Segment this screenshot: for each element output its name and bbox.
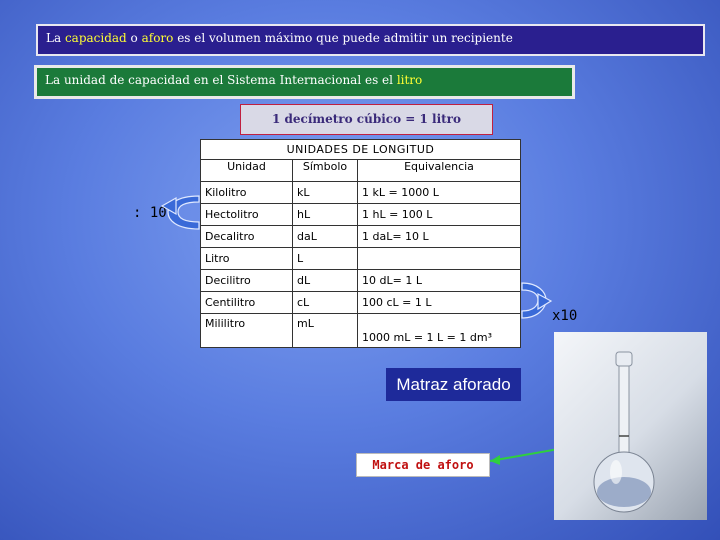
volumetric-flask-photo [554, 332, 707, 520]
curved-left-arrow-icon [160, 195, 200, 230]
flask-icon [593, 351, 655, 513]
curved-right-arrow-icon [521, 282, 553, 319]
mark-label: Marca de aforo [356, 453, 490, 477]
flask-caption: Matraz aforado [386, 368, 521, 401]
